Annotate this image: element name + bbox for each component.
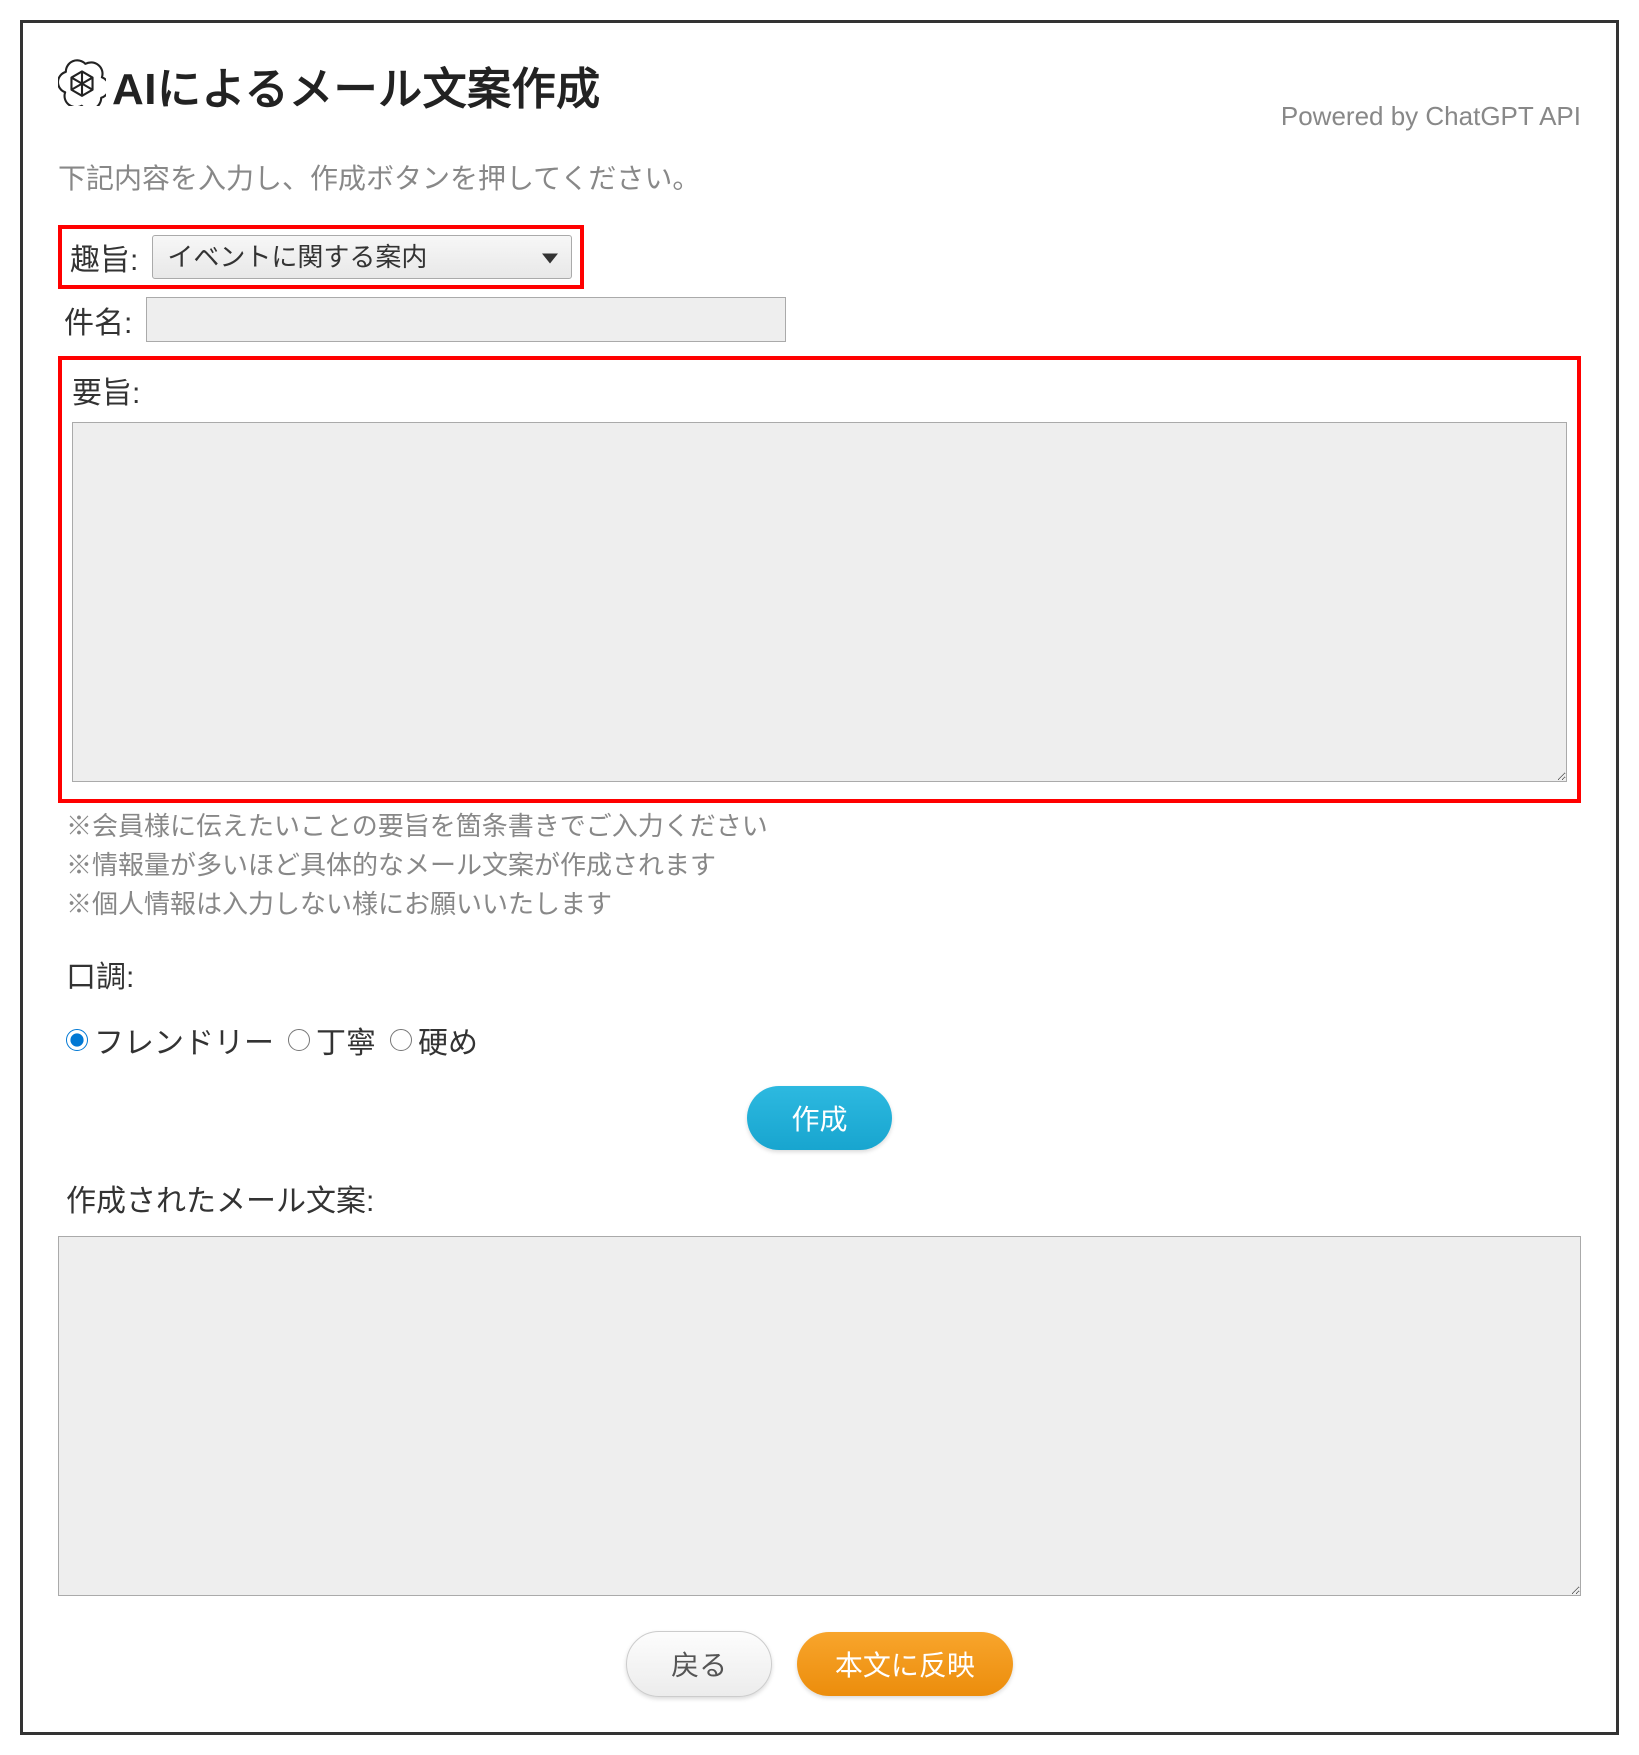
tone-radio-label: 丁寧 — [316, 1018, 376, 1062]
back-button[interactable]: 戻る — [626, 1631, 772, 1697]
tone-radio-friendly[interactable] — [66, 1029, 88, 1051]
summary-label: 要旨: — [72, 368, 1567, 412]
powered-by-text: Powered by ChatGPT API — [1281, 101, 1581, 132]
tone-radio-formal[interactable] — [390, 1029, 412, 1051]
tone-option-formal[interactable]: 硬め — [390, 1018, 478, 1062]
purpose-label: 趣旨: — [70, 235, 138, 279]
create-button[interactable]: 作成 — [747, 1086, 891, 1150]
create-button-row: 作成 — [58, 1086, 1581, 1150]
purpose-row: 趣旨: イベントに関する案内 — [58, 225, 584, 289]
tone-label: 口調: — [66, 952, 1581, 996]
header-row: AIによるメール文案作成 Powered by ChatGPT API — [58, 53, 1581, 132]
output-label: 作成されたメール文案: — [58, 1176, 1581, 1220]
tone-option-friendly[interactable]: フレンドリー — [66, 1018, 274, 1062]
page-title: AIによるメール文案作成 — [112, 53, 601, 117]
summary-textarea[interactable] — [72, 422, 1567, 782]
summary-block: 要旨: — [58, 356, 1581, 803]
hint-line: ※会員様に伝えたいことの要旨を箇条書きでご入力ください — [66, 807, 1581, 846]
summary-hints: ※会員様に伝えたいことの要旨を箇条書きでご入力ください ※情報量が多いほど具体的… — [58, 807, 1581, 924]
subject-label: 件名: — [64, 298, 132, 342]
ai-mail-draft-panel: AIによるメール文案作成 Powered by ChatGPT API 下記内容… — [20, 20, 1619, 1735]
bottom-button-row: 戻る 本文に反映 — [58, 1631, 1581, 1697]
tone-radio-label: フレンドリー — [94, 1018, 274, 1062]
hint-line: ※個人情報は入力しない様にお願いいたします — [66, 885, 1581, 924]
tone-radio-label: 硬め — [418, 1018, 478, 1062]
purpose-select-wrapper: イベントに関する案内 — [152, 235, 572, 279]
tone-option-polite[interactable]: 丁寧 — [288, 1018, 376, 1062]
title-group: AIによるメール文案作成 — [58, 53, 601, 117]
apply-button[interactable]: 本文に反映 — [797, 1632, 1013, 1696]
openai-logo-icon — [58, 58, 106, 113]
output-textarea[interactable] — [58, 1236, 1581, 1596]
instruction-text: 下記内容を入力し、作成ボタンを押してください。 — [58, 157, 1581, 197]
subject-row: 件名: — [58, 297, 1581, 342]
tone-radio-polite[interactable] — [288, 1029, 310, 1051]
tone-radio-group: フレンドリー 丁寧 硬め — [66, 1018, 1581, 1062]
purpose-select[interactable]: イベントに関する案内 — [152, 235, 572, 279]
tone-section: 口調: フレンドリー 丁寧 硬め — [58, 952, 1581, 1062]
hint-line: ※情報量が多いほど具体的なメール文案が作成されます — [66, 846, 1581, 885]
subject-input[interactable] — [146, 297, 786, 342]
